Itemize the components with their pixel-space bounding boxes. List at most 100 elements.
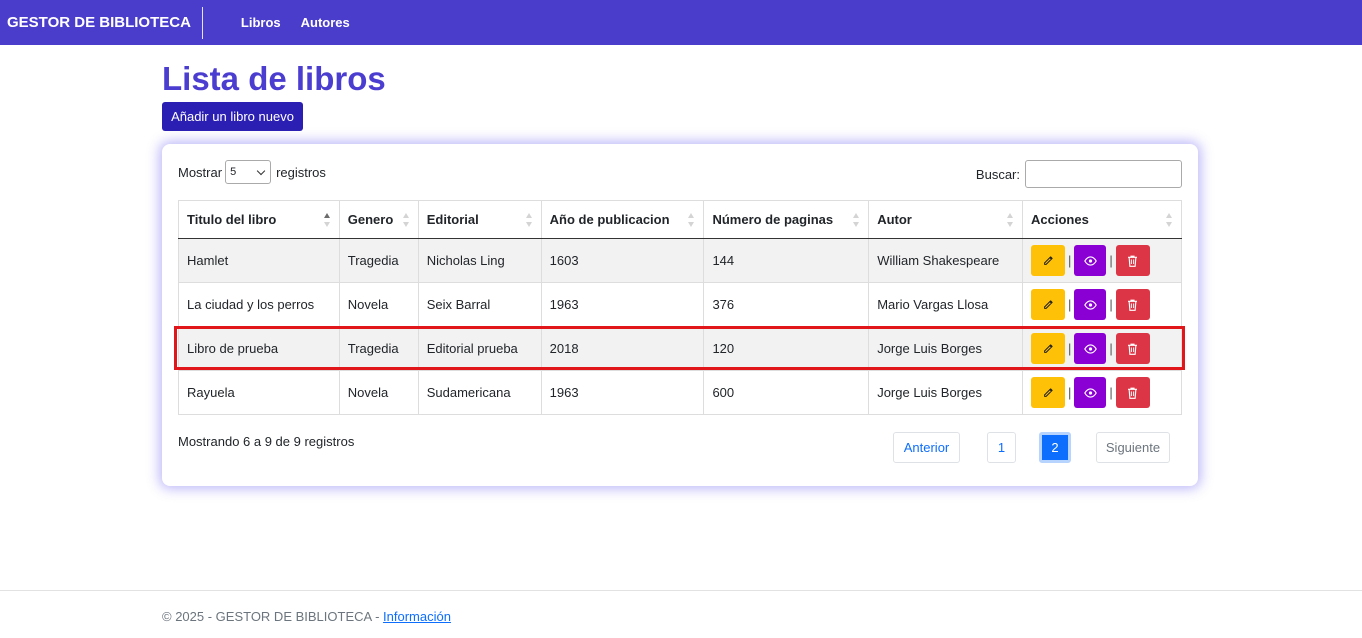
table-cell: Jorge Luis Borges — [868, 326, 1024, 371]
table-cell: Editorial prueba — [418, 326, 542, 371]
edit-button[interactable] — [1031, 289, 1066, 320]
pagination-page-1[interactable]: 1 — [987, 432, 1016, 463]
actions-cell: | | — [1022, 282, 1182, 327]
column-header-publisher[interactable]: Editorial — [418, 200, 542, 239]
books-table-card: Mostrar 5 registros Buscar: Titulo del l… — [162, 144, 1198, 486]
view-button[interactable] — [1074, 289, 1107, 320]
top-navbar: GESTOR DE BIBLIOTECA Libros Autores — [0, 0, 1362, 45]
chevron-down-icon — [256, 166, 266, 175]
delete-button[interactable] — [1115, 333, 1150, 364]
eye-icon — [1084, 387, 1097, 398]
table-cell: 1963 — [541, 370, 705, 415]
view-button[interactable] — [1074, 333, 1107, 364]
row-actions: | | — [1031, 333, 1173, 364]
column-header-label: Titulo del libro — [187, 212, 277, 227]
nav-link-autores[interactable]: Autores — [301, 15, 350, 30]
table-row: La ciudad y los perros Novela Seix Barral 1… — [178, 282, 1182, 327]
footer-info-link[interactable]: Información — [383, 609, 451, 624]
column-header-title[interactable]: Titulo del libro — [178, 200, 340, 239]
pagination-next[interactable]: Siguiente — [1096, 432, 1170, 463]
eye-icon — [1084, 299, 1097, 310]
pencil-icon — [1042, 343, 1054, 355]
records-label: registros — [276, 164, 326, 180]
table-cell: 1603 — [541, 238, 705, 283]
sort-icon — [402, 213, 410, 227]
action-separator: | — [1109, 253, 1113, 268]
action-separator: | — [1068, 297, 1072, 312]
column-header-label: Acciones — [1031, 212, 1089, 227]
nav-link-libros[interactable]: Libros — [241, 15, 281, 30]
table-cell: Tragedia — [339, 326, 419, 371]
view-button[interactable] — [1074, 245, 1107, 276]
table-cell: William Shakespeare — [868, 238, 1024, 283]
trash-icon — [1127, 387, 1138, 399]
action-separator: | — [1109, 385, 1113, 400]
table-cell: Libro de prueba — [178, 326, 340, 371]
delete-button[interactable] — [1115, 377, 1150, 408]
table-row: Rayuela Novela Sudamericana 1963 600 Jorge Lu… — [178, 370, 1182, 415]
search-label: Buscar: — [975, 166, 1020, 182]
pencil-icon — [1042, 299, 1054, 311]
row-actions: | | — [1031, 245, 1173, 276]
table-cell: Mario Vargas Llosa — [868, 282, 1024, 327]
footer-copyright: © 2025 - GESTOR DE BIBLIOTECA - — [162, 609, 384, 624]
delete-button[interactable] — [1115, 289, 1150, 320]
table-cell: Seix Barral — [418, 282, 542, 327]
sort-icon — [1007, 213, 1014, 227]
sort-icon — [525, 213, 533, 227]
delete-button[interactable] — [1115, 245, 1150, 276]
add-book-button[interactable]: Añadir un libro nuevo — [162, 102, 303, 131]
column-header-year[interactable]: Año de publicacion — [541, 200, 705, 239]
table-cell: Sudamericana — [418, 370, 542, 415]
column-header-actions[interactable]: Acciones — [1022, 200, 1182, 239]
trash-icon — [1127, 299, 1138, 311]
column-header-pages[interactable]: Número de paginas — [703, 200, 870, 239]
edit-button[interactable] — [1031, 333, 1066, 364]
pencil-icon — [1042, 387, 1054, 399]
actions-cell: | | — [1022, 370, 1182, 415]
action-separator: | — [1068, 385, 1072, 400]
edit-button[interactable] — [1031, 245, 1066, 276]
table-cell: 120 — [703, 326, 870, 371]
column-header-label: Autor — [877, 212, 912, 227]
eye-icon — [1084, 343, 1097, 354]
show-label: Mostrar — [178, 164, 223, 180]
table-row: Hamlet Tragedia Nicholas Ling 1603 144 Willia… — [178, 238, 1182, 283]
column-header-label: Editorial — [426, 212, 479, 227]
column-header-label: Genero — [347, 212, 394, 227]
books-table: Titulo del libro Genero Editorial Año de… — [178, 200, 1182, 415]
sort-ascending-icon — [323, 213, 331, 227]
view-button[interactable] — [1074, 377, 1107, 408]
table-row: Libro de prueba Tragedia Editorial prueba 2… — [178, 326, 1182, 371]
table-info: Mostrando 6 a 9 de 9 registros — [178, 434, 355, 449]
navbar-brand[interactable]: GESTOR DE BIBLIOTECA — [0, 6, 203, 39]
trash-icon — [1127, 255, 1138, 267]
column-header-label: Año de publicacion — [549, 212, 670, 227]
sort-icon — [1166, 213, 1173, 227]
table-header-row: Titulo del libro Genero Editorial Año de… — [178, 200, 1182, 239]
search-input[interactable] — [1025, 160, 1182, 188]
table-cell: Novela — [339, 370, 419, 415]
column-header-genre[interactable]: Genero — [339, 200, 419, 239]
table-cell: 144 — [703, 238, 870, 283]
table-cell: 600 — [703, 370, 870, 415]
pagination-page-2[interactable]: 2 — [1039, 432, 1071, 463]
edit-button[interactable] — [1031, 377, 1066, 408]
table-cell: 1963 — [541, 282, 705, 327]
column-header-author[interactable]: Autor — [868, 200, 1024, 239]
actions-cell: | | — [1022, 326, 1182, 371]
column-header-label: Número de paginas — [712, 212, 834, 227]
sort-icon — [853, 213, 860, 227]
page-length-value: 5 — [230, 166, 237, 178]
table-cell: La ciudad y los perros — [178, 282, 340, 327]
actions-cell: | | — [1022, 238, 1182, 283]
action-separator: | — [1109, 297, 1113, 312]
pencil-icon — [1042, 255, 1054, 267]
table-cell: 376 — [703, 282, 870, 327]
footer-text: © 2025 - GESTOR DE BIBLIOTECA - Informac… — [162, 609, 451, 624]
action-separator: | — [1068, 341, 1072, 356]
table-cell: Tragedia — [339, 238, 419, 283]
pagination-previous[interactable]: Anterior — [893, 432, 960, 463]
table-cell: Rayuela — [178, 370, 340, 415]
page-length-select[interactable]: 5 — [225, 160, 272, 184]
